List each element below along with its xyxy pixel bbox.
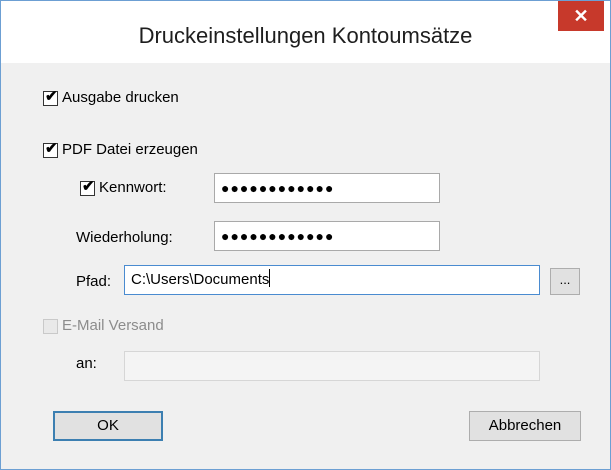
password-label[interactable]: Kennwort: [99,179,167,197]
ok-button-label: OK [97,417,119,434]
path-label: Pfad: [76,273,112,290]
dialog-body: ✔ Ausgabe drucken ✔ PDF Datei erzeugen ✔… [9,63,602,461]
cancel-button[interactable]: Abbrechen [469,411,581,441]
window-title: Druckeinstellungen Kontoumsätze [138,23,473,48]
password-field[interactable]: ●●●●●●●●●●●● [214,173,440,203]
browse-button[interactable]: ... [550,268,580,295]
close-icon: ✕ [573,6,589,26]
repeat-label: Wiederholung: [76,229,173,246]
recipient-input[interactable] [124,351,540,381]
create-pdf-label[interactable]: PDF Datei erzeugen [62,141,198,159]
ok-button[interactable]: OK [53,411,163,441]
browse-button-label: ... [559,272,571,287]
password-value: ●●●●●●●●●●●● [221,180,335,196]
recipient-label: an: [76,355,97,372]
path-input[interactable]: C:\Users\Documents [124,265,540,295]
text-caret [269,269,271,287]
cancel-button-label: Abbrechen [488,417,562,434]
title-bar: Druckeinstellungen Kontoumsätze ✕ [1,1,610,63]
email-checkbox[interactable] [43,319,58,334]
close-button[interactable]: ✕ [558,1,604,31]
email-label[interactable]: E-Mail Versand [62,317,164,335]
checkmark-icon: ✔ [45,140,58,157]
dialog-window: Druckeinstellungen Kontoumsätze ✕ ✔ Ausg… [0,0,611,470]
create-pdf-checkbox[interactable]: ✔ [43,140,58,158]
checkmark-icon: ✔ [82,178,95,195]
password-checkbox[interactable]: ✔ [80,178,95,196]
print-output-label[interactable]: Ausgabe drucken [62,89,179,107]
repeat-password-field[interactable]: ●●●●●●●●●●●● [214,221,440,251]
path-value: C:\Users\Documents [131,271,270,288]
print-output-checkbox[interactable]: ✔ [43,88,58,106]
checkmark-icon: ✔ [45,88,58,105]
repeat-password-value: ●●●●●●●●●●●● [221,228,335,244]
